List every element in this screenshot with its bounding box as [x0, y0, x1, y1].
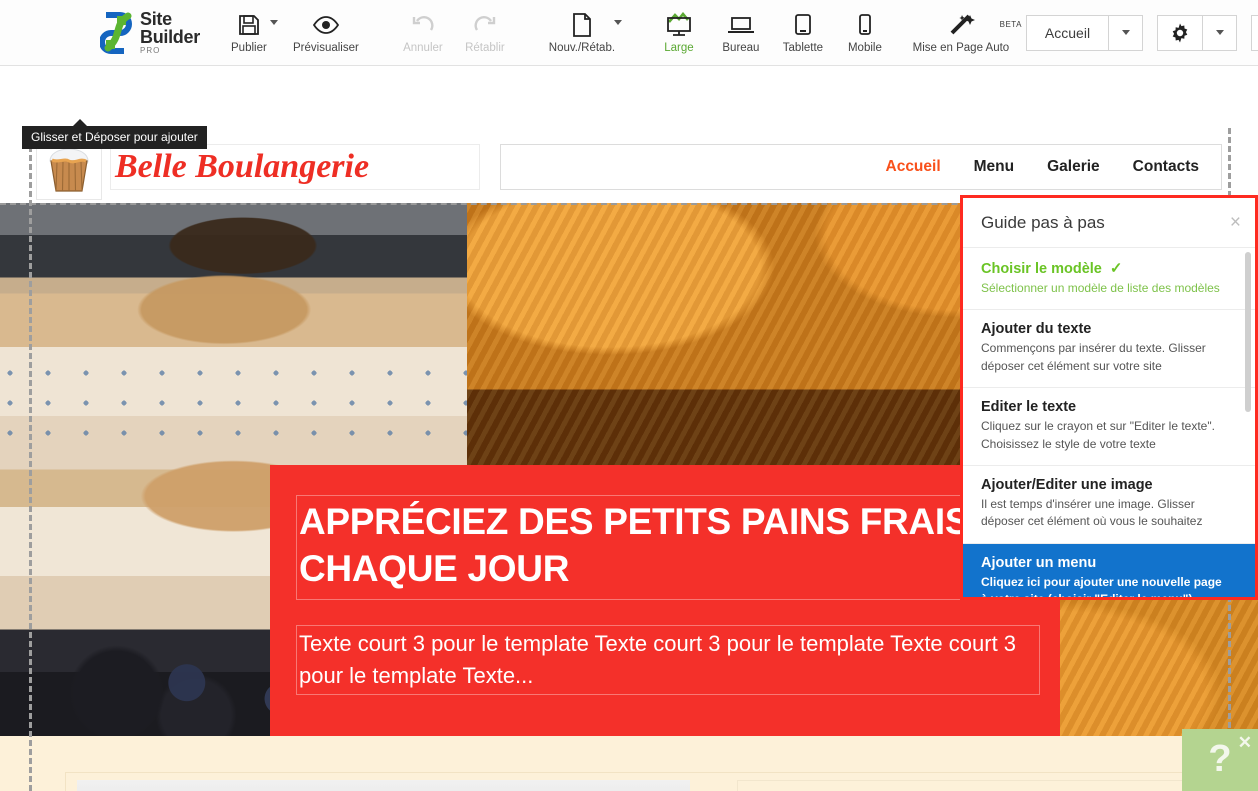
app-logo[interactable]: Site Builder PRO — [99, 9, 200, 55]
guide-step-desc: Cliquez ici pour ajouter une nouvelle pa… — [981, 574, 1222, 600]
settings-button[interactable] — [1157, 14, 1238, 51]
close-icon[interactable]: × — [1230, 213, 1241, 232]
new-restore-button[interactable]: Nouv./Rétab. — [536, 10, 628, 56]
phone-icon — [857, 12, 873, 38]
guide-step-desc: Sélectionner un modèle de liste des modè… — [981, 281, 1220, 295]
site-nav-menu[interactable]: Menu — [974, 158, 1014, 176]
guide-scrollbar[interactable] — [1245, 252, 1251, 412]
view-desktop-label: Bureau — [722, 41, 760, 54]
site-nav-accueil[interactable]: Accueil — [886, 158, 941, 176]
new-restore-label: Nouv./Rétab. — [548, 41, 616, 54]
help-close-icon[interactable]: ✕ — [1238, 733, 1252, 753]
undo-button[interactable]: Annuler — [392, 10, 454, 56]
gear-icon[interactable] — [1157, 14, 1204, 51]
hero-heading[interactable]: APPRÉCIEZ DES PETITS PAINS FRAIS CHAQUE … — [296, 495, 1040, 600]
undo-icon — [411, 12, 435, 38]
language-selector[interactable] — [1251, 14, 1258, 51]
logo-line-2: Builder — [140, 27, 200, 47]
auto-layout-label: Mise en Page Auto — [912, 41, 1010, 54]
site-nav: Accueil Menu Galerie Contacts — [500, 144, 1222, 190]
view-mode-group: Large Bureau Tablette Mobile Mise en Pag… — [648, 0, 1026, 66]
view-mobile-label: Mobile — [847, 41, 882, 54]
laptop-icon — [726, 12, 756, 38]
view-tablet-label: Tablette — [782, 41, 824, 54]
guide-step-desc: Commençons par insérer du texte. Glisser… — [981, 341, 1206, 373]
logo-line-1: Site — [140, 9, 172, 29]
publish-dropdown-icon[interactable] — [269, 19, 278, 25]
top-toolbar: Site Builder PRO Publier Prévisualiser A… — [0, 0, 1258, 66]
footer-placeholder-right[interactable] — [737, 780, 1225, 791]
redo-label: Rétablir — [465, 41, 505, 54]
guide-step-desc: Il est temps d'insérer une image. Glisse… — [981, 496, 1203, 529]
flag-fr-icon[interactable] — [1251, 14, 1258, 51]
guide-step-ajouter-editer-une-image[interactable]: Ajouter/Editer une image Il est temps d'… — [963, 466, 1255, 544]
guide-step-title: Ajouter du texte — [981, 321, 1092, 338]
hero-text-block[interactable]: APPRÉCIEZ DES PETITS PAINS FRAIS CHAQUE … — [270, 465, 1060, 736]
check-icon: ✓ — [1109, 260, 1123, 277]
preview-button[interactable]: Prévisualiser — [280, 10, 372, 56]
guide-step-choisir-le-modele[interactable]: Choisir le modèle ✓ Sélectionner un modèl… — [963, 248, 1255, 311]
left-guide-line — [29, 128, 32, 791]
site-nav-galerie[interactable]: Galerie — [1047, 158, 1100, 176]
page-icon — [572, 12, 592, 38]
new-restore-dropdown-icon[interactable] — [613, 19, 622, 25]
redo-button[interactable]: Rétablir — [454, 10, 516, 56]
guide-step-title: Editer le texte — [981, 399, 1077, 416]
publish-button[interactable]: Publier — [218, 10, 280, 56]
page-selector-value[interactable]: Accueil — [1025, 14, 1110, 51]
guide-title: Guide pas à pas — [981, 212, 1105, 232]
guide-step-desc: Cliquez sur le crayon et sur "Editer le … — [981, 419, 1215, 451]
guide-step-title: Ajouter un menu — [981, 554, 1097, 571]
hero-paragraph[interactable]: Texte court 3 pour le template Texte cou… — [296, 625, 1040, 695]
step-by-step-guide-panel: Guide pas à pas × Choisir le modèle ✓ Sél… — [960, 195, 1258, 600]
question-mark-icon: ? — [1208, 738, 1232, 780]
sitebuilder-logo-icon — [99, 11, 134, 54]
toolbar-right-group: Accueil — [1025, 14, 1258, 51]
guide-step-list: Choisir le modèle ✓ Sélectionner un modèl… — [963, 248, 1255, 600]
site-title[interactable]: Belle Boulangerie — [110, 144, 480, 190]
view-tablet-button[interactable]: Tablette — [772, 10, 834, 56]
guide-step-ajouter-du-texte[interactable]: Ajouter du texte Commençons par insérer … — [963, 310, 1255, 389]
view-mobile-button[interactable]: Mobile — [834, 10, 896, 56]
view-large-label: Large — [664, 41, 694, 54]
site-nav-contacts[interactable]: Contacts — [1133, 158, 1199, 176]
auto-layout-button[interactable]: Mise en Page Auto BETA — [896, 10, 1026, 56]
eye-icon — [312, 12, 339, 38]
help-button[interactable]: ? ✕ — [1182, 729, 1258, 791]
settings-dropdown-icon[interactable] — [1203, 14, 1238, 51]
save-icon — [238, 12, 260, 38]
monitor-icon — [664, 11, 694, 38]
tablet-icon — [792, 12, 814, 38]
guide-step-title: Choisir le modèle ✓ — [981, 260, 1123, 277]
page-selector-dropdown-icon[interactable] — [1109, 14, 1144, 51]
publish-label: Publier — [231, 41, 267, 54]
view-large-button[interactable]: Large — [648, 10, 710, 56]
page-selector[interactable]: Accueil — [1025, 14, 1144, 51]
guide-header: Guide pas à pas × — [963, 198, 1255, 248]
drag-drop-tooltip: Glisser et Déposer pour ajouter — [22, 119, 207, 149]
guide-step-editer-le-texte[interactable]: Editer le texte Cliquez sur le crayon et… — [963, 388, 1255, 466]
guide-step-ajouter-un-menu[interactable]: Ajouter un menu Cliquez ici pour ajouter… — [963, 543, 1255, 600]
undo-label: Annuler — [403, 41, 443, 54]
preview-label: Prévisualiser — [293, 41, 359, 54]
beta-badge: BETA — [999, 19, 1022, 29]
magic-wand-icon — [947, 12, 975, 38]
logo-line-3: PRO — [140, 46, 161, 55]
guide-step-title: Ajouter/Editer une image — [981, 476, 1153, 493]
footer-placeholder-left[interactable] — [77, 780, 690, 791]
redo-icon — [473, 12, 497, 38]
view-desktop-button[interactable]: Bureau — [710, 10, 772, 56]
elements-toolbar-wrapper: A Texte Image Galerie Youtube Cartes Mis… — [0, 67, 1011, 128]
